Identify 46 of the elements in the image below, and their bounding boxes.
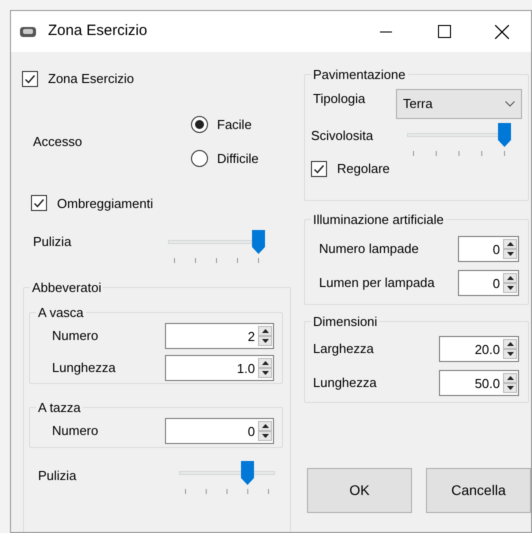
slider[interactable] <box>168 230 265 254</box>
radio-label: Difficile <box>217 150 259 168</box>
radio-label: Facile <box>217 116 252 134</box>
field-label: Numero lampade <box>318 240 420 258</box>
field-label: Lunghezza <box>51 359 117 378</box>
dialog-button[interactable]: Cancella <box>426 468 531 513</box>
field-label: Scivolosita <box>310 127 374 145</box>
chevron-down-icon <box>505 101 515 107</box>
dropdown-value: Terra <box>403 95 433 114</box>
slider-thumb[interactable] <box>498 123 511 147</box>
checkbox-label: Zona Esercizio <box>48 70 134 88</box>
group-title: Dimensioni <box>312 315 378 328</box>
checkbox[interactable] <box>22 70 38 87</box>
window-title: Zona Esercizio <box>48 21 148 42</box>
group-title: A vasca <box>37 306 85 319</box>
field-label: Lumen per lampada <box>318 274 436 292</box>
close-icon <box>495 24 509 38</box>
maximize-icon <box>438 25 450 38</box>
radio-button[interactable] <box>191 116 208 133</box>
check-icon <box>24 72 36 85</box>
checkbox[interactable] <box>31 195 47 212</box>
slider[interactable] <box>179 461 275 485</box>
field-label: Pulizia <box>37 467 78 485</box>
field-label: Numero <box>51 327 100 346</box>
check-icon <box>33 197 45 210</box>
checkbox-label: Regolare <box>337 160 390 178</box>
slider-thumb[interactable] <box>241 461 254 485</box>
checkbox[interactable] <box>311 160 327 177</box>
field-label: Pulizia <box>32 233 72 251</box>
radio-button[interactable] <box>191 150 208 168</box>
field-label: Tipologia <box>312 90 366 108</box>
group-title: Illuminazione artificiale <box>312 213 445 226</box>
check-icon <box>313 162 325 175</box>
app-icon <box>20 26 36 38</box>
slider-thumb[interactable] <box>252 230 265 254</box>
group-title: A tazza <box>37 401 82 414</box>
dialog-button[interactable]: OK <box>307 468 412 513</box>
field-label: Numero <box>51 422 100 440</box>
group-title: Abbeveratoi <box>31 281 102 294</box>
slider[interactable] <box>407 123 511 147</box>
dropdown[interactable]: Terra <box>396 89 522 119</box>
group-title: Pavimentazione <box>312 68 406 81</box>
field-label: Accesso <box>32 132 84 151</box>
checkbox-label: Ombreggiamenti <box>57 194 154 213</box>
field-label: Larghezza <box>312 340 375 358</box>
field-label: Lunghezza <box>312 374 378 392</box>
